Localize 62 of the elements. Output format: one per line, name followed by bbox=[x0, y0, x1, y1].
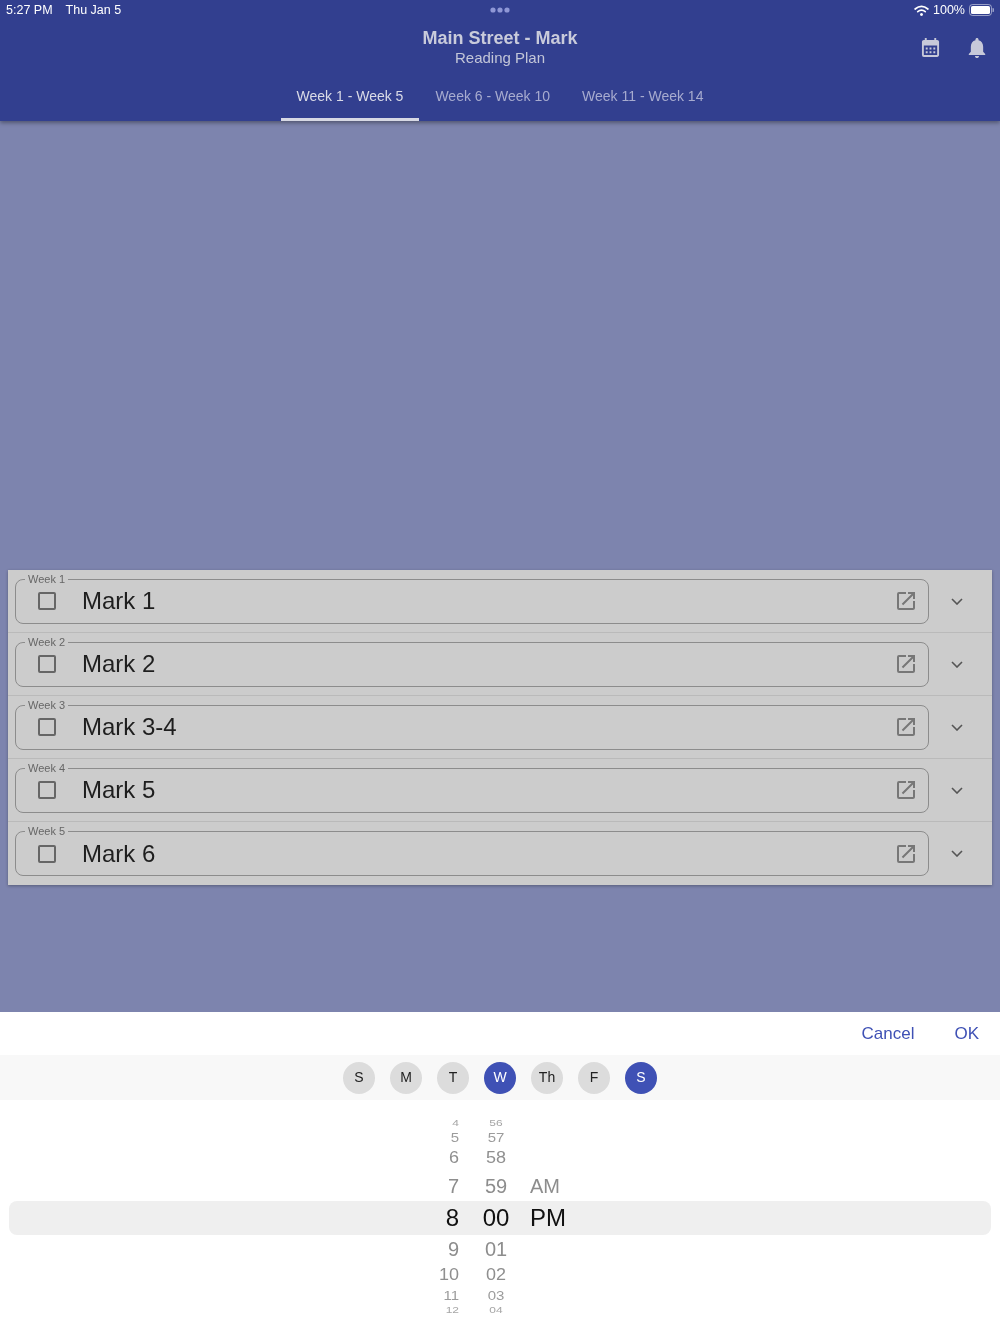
weekday-toggle[interactable]: T bbox=[437, 1061, 469, 1094]
external-link-icon[interactable] bbox=[897, 592, 915, 610]
reading-title: Mark 1 bbox=[82, 587, 156, 615]
hour-option[interactable]: 4 bbox=[452, 1118, 459, 1128]
external-link-icon[interactable] bbox=[897, 781, 915, 799]
minute-option[interactable]: 04 bbox=[489, 1305, 503, 1315]
minute-option[interactable]: 03 bbox=[487, 1289, 505, 1302]
hour-option[interactable]: 10 bbox=[438, 1265, 459, 1285]
reading-title: Mark 6 bbox=[82, 839, 156, 868]
checkbox[interactable] bbox=[38, 844, 56, 863]
minute-option[interactable]: 00 bbox=[482, 1204, 510, 1232]
reading-title: Mark 2 bbox=[82, 650, 156, 678]
minute-option[interactable]: 57 bbox=[487, 1131, 505, 1144]
chevron-down-icon[interactable] bbox=[951, 786, 963, 794]
hour-option[interactable]: 8 bbox=[445, 1204, 459, 1232]
ok-button[interactable]: OK bbox=[946, 1022, 987, 1045]
chevron-down-icon[interactable] bbox=[951, 850, 963, 857]
hour-option[interactable]: 5 bbox=[450, 1131, 459, 1144]
cancel-button[interactable]: Cancel bbox=[853, 1022, 923, 1045]
battery-percent: 100% bbox=[933, 1, 965, 19]
chevron-down-icon[interactable] bbox=[951, 597, 963, 605]
hour-option[interactable]: 12 bbox=[445, 1305, 459, 1315]
period-option[interactable]: PM bbox=[530, 1204, 566, 1232]
minute-option[interactable]: 56 bbox=[489, 1118, 503, 1128]
period-option[interactable]: AM bbox=[530, 1174, 560, 1198]
page-subtitle: Reading Plan bbox=[454, 49, 546, 67]
dots-icon bbox=[490, 7, 510, 13]
week-tab[interactable]: Week 6 - Week 10 bbox=[419, 75, 567, 121]
checkbox[interactable] bbox=[38, 655, 56, 673]
external-link-icon[interactable] bbox=[897, 844, 915, 863]
minute-option[interactable]: 02 bbox=[486, 1265, 506, 1285]
status-time: 5:27 PM bbox=[6, 1, 53, 19]
weekday-toggle[interactable]: F bbox=[578, 1061, 610, 1094]
reading-title: Mark 5 bbox=[82, 776, 156, 804]
calendar-icon[interactable] bbox=[921, 38, 940, 57]
battery-icon bbox=[969, 4, 994, 16]
status-date: Thu Jan 5 bbox=[65, 1, 122, 19]
week-label: Week 5 bbox=[25, 824, 69, 838]
weekday-toggle[interactable]: Th bbox=[531, 1061, 563, 1094]
hour-option[interactable]: 7 bbox=[447, 1174, 459, 1198]
week-tab[interactable]: Week 11 - Week 14 bbox=[566, 75, 720, 121]
external-link-icon[interactable] bbox=[897, 718, 915, 736]
checkbox[interactable] bbox=[38, 781, 56, 799]
wifi-icon bbox=[914, 4, 929, 16]
weekday-toggle[interactable]: S bbox=[625, 1061, 657, 1094]
weekday-toggle[interactable]: W bbox=[484, 1061, 516, 1094]
minute-option[interactable]: 58 bbox=[486, 1149, 506, 1168]
hour-option[interactable]: 9 bbox=[447, 1237, 459, 1261]
minute-option[interactable]: 59 bbox=[484, 1174, 508, 1198]
minute-option[interactable]: 01 bbox=[484, 1237, 508, 1261]
checkbox[interactable] bbox=[38, 718, 56, 736]
checkbox[interactable] bbox=[38, 592, 56, 610]
weekday-toggle[interactable]: M bbox=[390, 1061, 422, 1094]
reading-title: Mark 3-4 bbox=[82, 713, 177, 741]
weekday-toggle[interactable]: S bbox=[343, 1061, 375, 1094]
external-link-icon[interactable] bbox=[897, 655, 915, 673]
hour-option[interactable]: 11 bbox=[443, 1289, 459, 1302]
bell-icon[interactable] bbox=[968, 38, 986, 58]
chevron-down-icon[interactable] bbox=[951, 660, 963, 668]
hour-option[interactable]: 6 bbox=[449, 1149, 459, 1168]
page-title: Main Street - Mark bbox=[422, 27, 578, 49]
chevron-down-icon[interactable] bbox=[951, 723, 963, 731]
